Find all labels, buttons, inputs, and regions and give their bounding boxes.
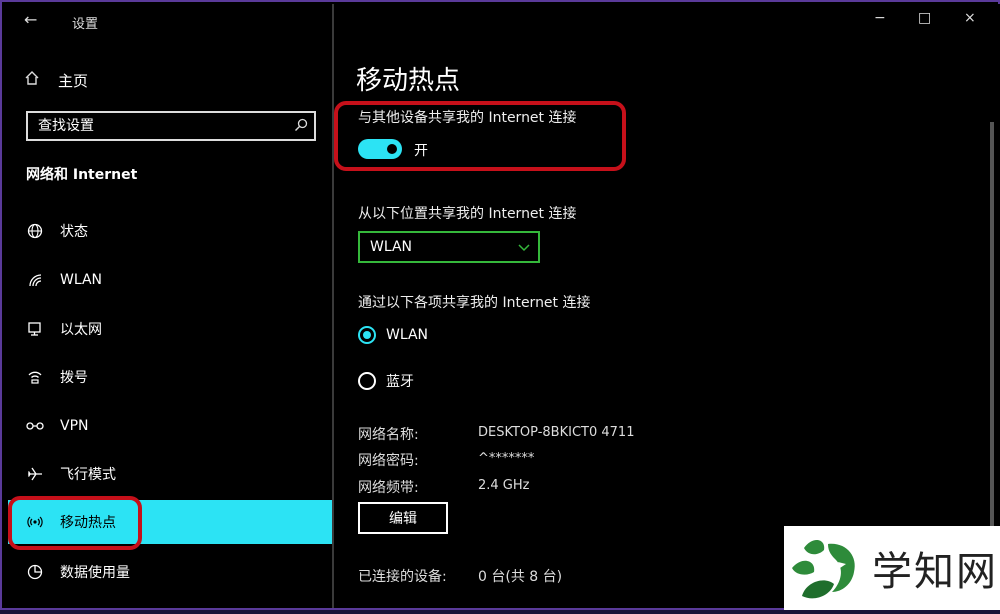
network-password-key: 网络密码: [358,453,419,469]
sidebar-item-vpn[interactable]: VPN [8,404,334,448]
sidebar-item-airplane[interactable]: 飞行模式 [8,452,334,496]
data-usage-icon [24,564,46,580]
network-password-value: ^******* [478,451,535,466]
radio-label: WLAN [386,327,429,343]
network-name-value: DESKTOP-8BKICT0 4711 [478,425,635,440]
sidebar-item-label: 以太网 [60,322,102,338]
share-over-label: 通过以下各项共享我的 Internet 连接 [358,295,591,311]
network-name-key: 网络名称: [358,427,419,443]
sidebar-item-label: 主页 [58,71,89,90]
watermark-logo-icon [784,526,868,610]
edit-button[interactable]: 编辑 [358,502,448,534]
window-title: 设置 [72,17,99,32]
radio-circle [358,372,376,390]
radio-label: 蓝牙 [386,374,414,390]
dropdown-value: WLAN [370,239,413,255]
sidebar-item-dialup[interactable]: 拨号 [8,355,334,399]
search-icon[interactable] [294,117,308,131]
sidebar-item-label: 数据使用量 [60,565,130,581]
globe-icon [24,223,46,239]
sidebar: ← 设置 主页 网络和 Internet 状态 WLAN [4,4,334,608]
sidebar-item-label: VPN [60,418,89,434]
scrollbar[interactable] [990,122,994,592]
back-arrow-icon[interactable]: ← [24,10,37,29]
search-input[interactable] [38,116,278,136]
sidebar-item-status[interactable]: 状态 [8,209,334,253]
share-from-dropdown[interactable]: WLAN [358,231,540,263]
sidebar-item-home[interactable]: 主页 [24,68,88,92]
radio-wlan[interactable]: WLAN [358,326,428,344]
settings-window: ← 设置 主页 网络和 Internet 状态 WLAN [0,0,1000,610]
airplane-icon [24,466,46,482]
wifi-icon [24,272,46,288]
main-pane: − □ × 移动热点 与其他设备共享我的 Internet 连接 开 从以下位置… [334,4,1000,608]
network-band-value: 2.4 GHz [478,478,530,493]
sidebar-item-label: WLAN [60,272,103,288]
sidebar-item-wlan[interactable]: WLAN [8,258,334,302]
search-box[interactable] [26,111,316,141]
ethernet-icon [24,321,46,337]
sidebar-item-label: 状态 [60,224,88,240]
close-icon[interactable]: × [964,10,976,26]
maximize-icon[interactable]: □ [918,10,931,26]
page-title: 移动热点 [356,66,461,96]
dialup-icon [24,369,46,385]
watermark: 学知网 [784,526,1000,610]
chevron-down-icon [518,241,530,253]
section-title: 网络和 Internet [26,167,138,183]
sidebar-item-label: 拨号 [60,370,88,386]
connected-devices-value: 0 台(共 8 台) [478,569,563,585]
sidebar-item-data-usage[interactable]: 数据使用量 [8,550,334,594]
home-icon [24,70,46,90]
vpn-icon [24,420,46,432]
sidebar-item-ethernet[interactable]: 以太网 [8,307,334,351]
radio-bluetooth[interactable]: 蓝牙 [358,371,414,391]
watermark-text: 学知网 [872,549,998,595]
minimize-icon[interactable]: − [874,10,886,26]
highlight-annotation [334,101,626,171]
sidebar-item-label: 飞行模式 [60,467,116,483]
network-band-key: 网络频带: [358,480,419,496]
radio-circle [358,326,376,344]
connected-devices-key: 已连接的设备: [358,569,447,585]
share-from-label: 从以下位置共享我的 Internet 连接 [358,206,577,222]
highlight-annotation [8,496,142,550]
